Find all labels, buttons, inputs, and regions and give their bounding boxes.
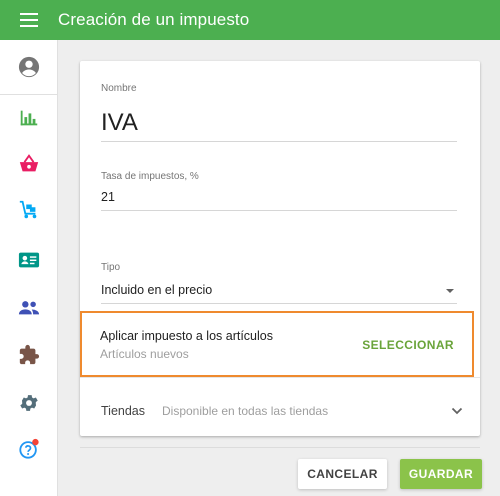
sidebar-item-help[interactable] [0,426,58,472]
apply-tax-title: Aplicar impuesto a los artículos [100,329,273,343]
apply-tax-subtitle: Artículos nuevos [100,347,189,361]
tax-form-card: Nombre IVA Tasa de impuestos, % 21 Tipo … [80,61,480,436]
bar-chart-icon [20,110,38,126]
save-button[interactable]: GUARDAR [400,459,482,489]
cart-icon [19,200,37,219]
stores-value[interactable]: Disponible en todas las tiendas [162,404,328,418]
name-underline [101,141,457,142]
help-icon [19,438,39,459]
type-underline [101,303,457,304]
people-icon [18,301,40,315]
app-bar: Creación de un impuesto [0,0,500,40]
sidebar-item-account[interactable] [0,44,58,90]
cancel-button[interactable]: CANCELAR [298,459,387,489]
sidebar-item-sales[interactable] [0,141,58,187]
account-circle-icon [18,56,40,78]
chevron-down-icon[interactable] [450,404,464,418]
select-items-button[interactable]: SELECCIONAR [362,338,454,352]
id-card-icon [18,252,40,268]
name-input[interactable]: IVA [101,109,138,137]
puzzle-icon [19,344,40,365]
hamburger-menu-icon [20,13,38,27]
sidebar-item-customers[interactable] [0,285,58,331]
basket-icon [19,154,39,172]
rate-input[interactable]: 21 [101,190,115,204]
sidebar-item-settings[interactable] [0,380,58,426]
sidebar [0,40,58,496]
gear-icon [20,395,38,411]
page-title: Creación de un impuesto [58,10,250,29]
dropdown-arrow-icon[interactable] [446,289,454,293]
apply-tax-row[interactable]: Aplicar impuesto a los artículos Artícul… [80,311,474,377]
stores-divider [80,377,480,378]
actions-divider [80,447,480,448]
rate-label: Tasa de impuestos, % [101,171,199,182]
menu-button[interactable] [0,0,58,40]
type-select[interactable]: Incluido en el precio [101,283,212,297]
rate-underline [101,210,457,211]
sidebar-item-items[interactable] [0,187,58,233]
stores-label: Tiendas [101,404,146,418]
sidebar-item-employees[interactable] [0,237,58,283]
name-label: Nombre [101,83,137,94]
sidebar-item-reports[interactable] [0,95,58,141]
type-label: Tipo [101,262,121,273]
sidebar-item-integrations[interactable] [0,332,58,378]
